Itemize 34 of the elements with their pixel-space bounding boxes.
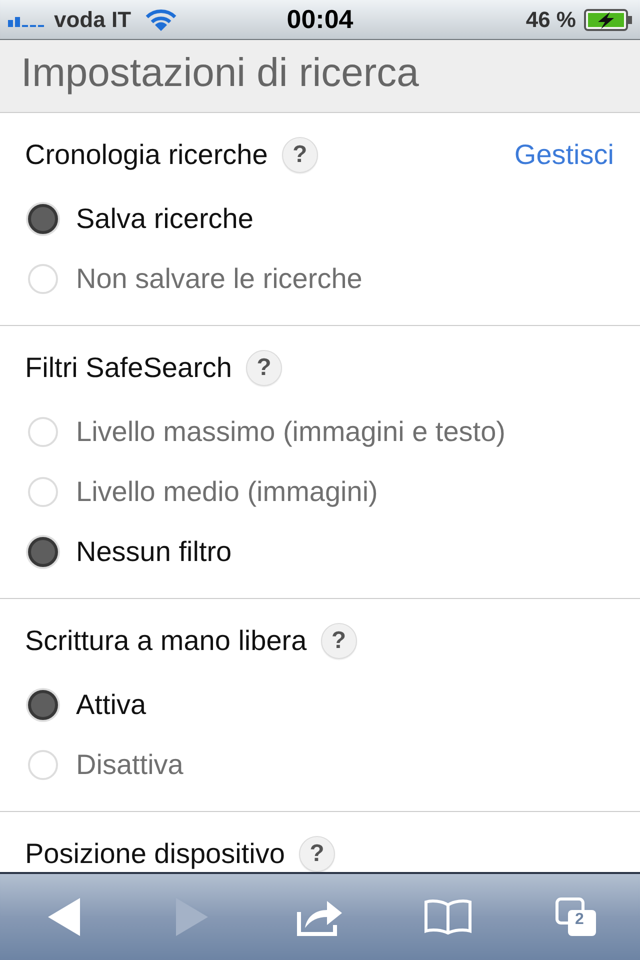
back-button[interactable]	[48, 898, 80, 936]
option-label: Nessun filtro	[76, 536, 232, 568]
section-heading: Posizione dispositivo	[25, 837, 285, 871]
option-label: Attiva	[76, 689, 146, 721]
clock-time: 00:04	[286, 4, 354, 35]
option-label: Disattiva	[76, 749, 184, 781]
section-heading: Filtri SafeSearch	[25, 351, 232, 385]
carrier-name: voda IT	[54, 6, 132, 32]
share-button[interactable]	[297, 898, 343, 936]
radio-button[interactable]	[28, 204, 58, 234]
option-label: Livello medio (immagini)	[76, 476, 378, 508]
share-icon	[297, 898, 343, 936]
radio-button[interactable]	[28, 690, 58, 720]
option-label: Salva ricerche	[76, 203, 254, 235]
manage-link[interactable]: Gestisci	[514, 139, 614, 171]
tabs-button[interactable]: 2	[555, 897, 597, 937]
help-button[interactable]: ?	[320, 623, 357, 659]
book-icon	[424, 899, 472, 935]
help-button[interactable]: ?	[246, 350, 282, 386]
bookmarks-button[interactable]	[424, 899, 472, 935]
battery-percent: 46 %	[526, 6, 576, 32]
help-button[interactable]: ?	[282, 137, 318, 173]
option-label: Non salvare le ricerche	[76, 263, 362, 295]
option-label: Livello massimo (immagini e testo)	[76, 416, 506, 448]
battery-icon	[584, 8, 632, 30]
back-icon	[48, 898, 80, 936]
help-button[interactable]: ?	[298, 836, 335, 872]
section-heading: Scrittura a mano libera	[25, 624, 307, 658]
page-title: Impostazioni di ricerca	[21, 50, 419, 97]
section-heading: Cronologia ricerche	[25, 138, 268, 172]
forward-icon	[176, 898, 208, 936]
radio-button[interactable]	[28, 537, 58, 567]
tabs-icon	[555, 897, 597, 937]
wifi-icon	[145, 8, 178, 32]
